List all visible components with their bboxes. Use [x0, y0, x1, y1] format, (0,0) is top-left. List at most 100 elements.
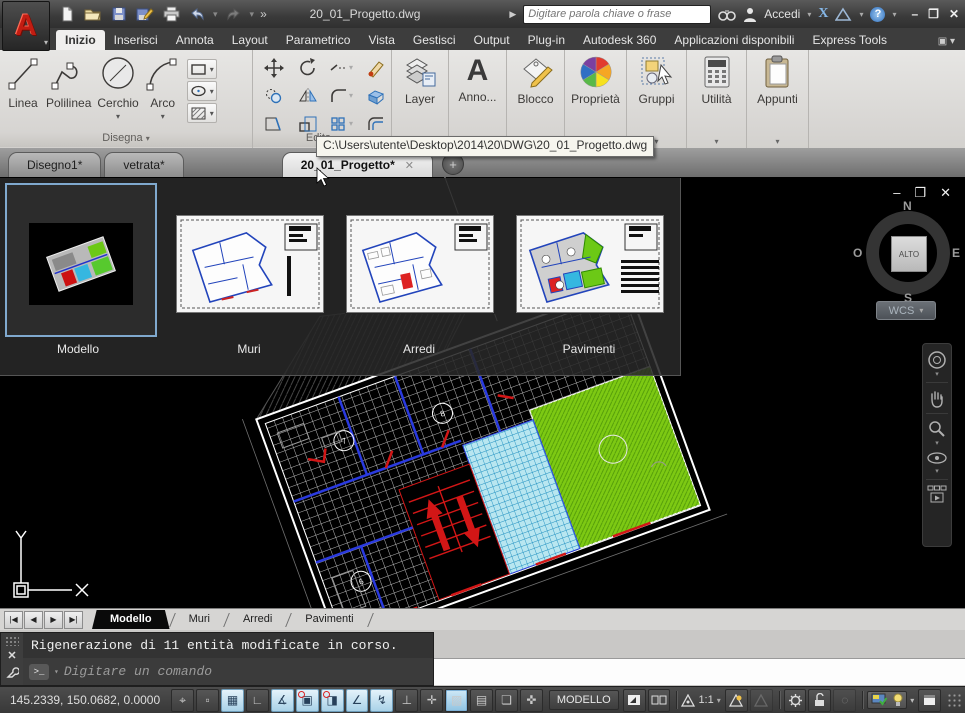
annotation-scale-control[interactable]: 1:1 ▾ — [681, 694, 720, 707]
toggle-ortho-mode[interactable]: ∟ — [246, 689, 269, 712]
move-button[interactable] — [257, 54, 290, 81]
undo-button[interactable] — [186, 4, 208, 24]
panel-gruppi[interactable]: Gruppi ▾ — [627, 50, 687, 148]
wcs-dropdown[interactable]: WCS▾ — [876, 301, 936, 320]
zoom-dropdown[interactable]: ▾ — [935, 442, 939, 446]
minimize-button[interactable]: – — [911, 7, 918, 21]
pan-hand-icon[interactable] — [927, 388, 947, 408]
quick-view-layouts-button[interactable] — [648, 689, 671, 712]
command-input-line[interactable]: >_ ▾ Digitare un comando — [23, 658, 433, 685]
toggle-dynamic-ucs[interactable]: ⊥ — [395, 689, 418, 712]
toggle-object-snap-tracking[interactable]: ∠ — [346, 689, 369, 712]
toggle-transparency[interactable]: ▨ — [445, 689, 468, 712]
preview-modello[interactable] — [5, 183, 157, 337]
palette-close-icon[interactable]: ✕ — [7, 651, 16, 661]
toggle-polar-tracking[interactable]: ∡ — [271, 689, 294, 712]
autodesk360-dropdown[interactable]: ▾ — [859, 10, 863, 19]
sign-in-dropdown[interactable]: ▾ — [807, 10, 811, 19]
circle-button[interactable]: Cerchio ▾ — [97, 54, 138, 123]
layout-last-button[interactable]: ▶| — [64, 611, 83, 629]
palette-customize-wrench-icon[interactable] — [6, 666, 19, 679]
tab-plugin[interactable]: Plug-in — [519, 30, 574, 50]
copy-button[interactable] — [257, 82, 290, 109]
layout-first-button[interactable]: |◀ — [4, 611, 23, 629]
layout-tab-pavimenti[interactable]: Pavimenti — [291, 611, 367, 628]
doc-minimize-button[interactable]: – — [893, 185, 900, 201]
tab-annota[interactable]: Annota — [167, 30, 223, 50]
layout-tab-muri[interactable]: Muri — [175, 611, 224, 628]
ellipse-button[interactable]: ▾ — [187, 81, 217, 101]
maximize-button[interactable]: ❒ — [928, 7, 939, 21]
palette-grip-handle[interactable] — [5, 636, 19, 646]
layout-space-button[interactable] — [623, 689, 646, 712]
panel-label-disegna[interactable]: Disegna ▾ — [0, 132, 252, 147]
model-space-button[interactable]: MODELLO — [549, 690, 619, 710]
panel-blocco[interactable]: Blocco — [507, 50, 565, 148]
undo-dropdown[interactable]: ▾ — [213, 9, 218, 20]
file-tab-disegno1[interactable]: Disegno1* — [8, 152, 101, 177]
ui-lock-button[interactable] — [808, 689, 831, 712]
viewcube[interactable]: N O E S ALTO — [858, 203, 958, 303]
file-tab-close-icon[interactable]: ✕ — [405, 159, 414, 172]
clean-screen-button[interactable] — [918, 689, 941, 712]
exchange-apps-icon[interactable]: X — [818, 6, 828, 22]
sign-in-button[interactable]: Accedi — [764, 7, 800, 21]
rotate-button[interactable] — [291, 54, 324, 81]
tab-layout[interactable]: Layout — [223, 30, 277, 50]
file-tab-vetrata[interactable]: vetrata* — [104, 152, 183, 177]
rectangle-button[interactable]: ▾ — [187, 59, 217, 79]
performance-tuner-lightbulb-icon[interactable] — [893, 693, 903, 707]
application-menu-button[interactable]: A▾ — [2, 1, 50, 51]
tab-inserisci[interactable]: Inserisci — [105, 30, 167, 50]
help-button[interactable]: ? — [870, 7, 885, 22]
search-input[interactable] — [523, 5, 711, 24]
explode-button[interactable] — [359, 82, 392, 109]
save-button[interactable] — [108, 4, 130, 24]
toggle-object-snap-3d[interactable]: ◨ — [321, 689, 344, 712]
toggle-object-snap[interactable]: ▣ — [296, 689, 319, 712]
preview-label-arredi[interactable]: Arredi — [344, 342, 494, 356]
annotation-scale-dropdown[interactable]: ▾ — [717, 696, 721, 705]
window-resize-grip[interactable] — [947, 693, 961, 707]
orbit-icon[interactable] — [926, 449, 948, 467]
viewcube-north[interactable]: N — [903, 199, 912, 213]
save-as-button[interactable] — [134, 4, 156, 24]
toggle-annotation-monitor[interactable]: ✜ — [520, 689, 543, 712]
toggle-grid-display[interactable]: ▦ — [221, 689, 244, 712]
open-file-button[interactable] — [82, 4, 104, 24]
line-button[interactable]: Linea — [6, 54, 40, 123]
panel-layer[interactable]: Layer — [392, 50, 449, 148]
viewcube-west[interactable]: O — [853, 246, 862, 260]
doc-restore-button[interactable]: ❒ — [914, 185, 926, 201]
close-button[interactable]: ✕ — [949, 7, 959, 21]
search-binoculars-icon[interactable] — [718, 7, 736, 22]
new-file-button[interactable] — [56, 4, 78, 24]
preview-label-pavimenti[interactable]: Pavimenti — [514, 342, 664, 356]
doc-close-button[interactable]: ✕ — [940, 185, 951, 201]
help-dropdown[interactable]: ▾ — [892, 10, 896, 19]
tab-inizio[interactable]: Inizio — [56, 30, 105, 50]
autodesk360-icon[interactable] — [835, 7, 852, 22]
erase-button[interactable] — [359, 54, 392, 81]
layout-prev-button[interactable]: ◀ — [24, 611, 43, 629]
tab-express-tools[interactable]: Express Tools — [803, 30, 895, 50]
layout-next-button[interactable]: ▶ — [44, 611, 63, 629]
toggle-infer-constraints[interactable]: ▫ — [196, 689, 219, 712]
tab-parametrico[interactable]: Parametrico — [277, 30, 360, 50]
auto-annotation-scale-button[interactable] — [750, 689, 773, 712]
tab-applicazioni[interactable]: Applicazioni disponibili — [665, 30, 803, 50]
recent-commands-dropdown[interactable]: ▾ — [54, 667, 59, 677]
toggle-snap-tracking[interactable]: ↯ — [370, 689, 393, 712]
panel-utilita[interactable]: Utilità ▾ — [687, 50, 747, 148]
wheel-dropdown[interactable]: ▾ — [935, 373, 939, 377]
circle-dropdown[interactable]: ▾ — [116, 112, 120, 121]
hardware-acceleration-icon[interactable] — [871, 693, 889, 707]
toggle-selection-cycling[interactable]: ❏ — [495, 689, 518, 712]
toggle-quick-properties[interactable]: ▤ — [470, 689, 493, 712]
viewcube-east[interactable]: E — [952, 246, 960, 260]
preview-arredi[interactable] — [346, 215, 494, 313]
redo-button[interactable] — [223, 4, 245, 24]
preview-label-muri[interactable]: Muri — [174, 342, 324, 356]
layout-tab-modello[interactable]: Modello — [92, 610, 170, 629]
tab-vista[interactable]: Vista — [359, 30, 403, 50]
